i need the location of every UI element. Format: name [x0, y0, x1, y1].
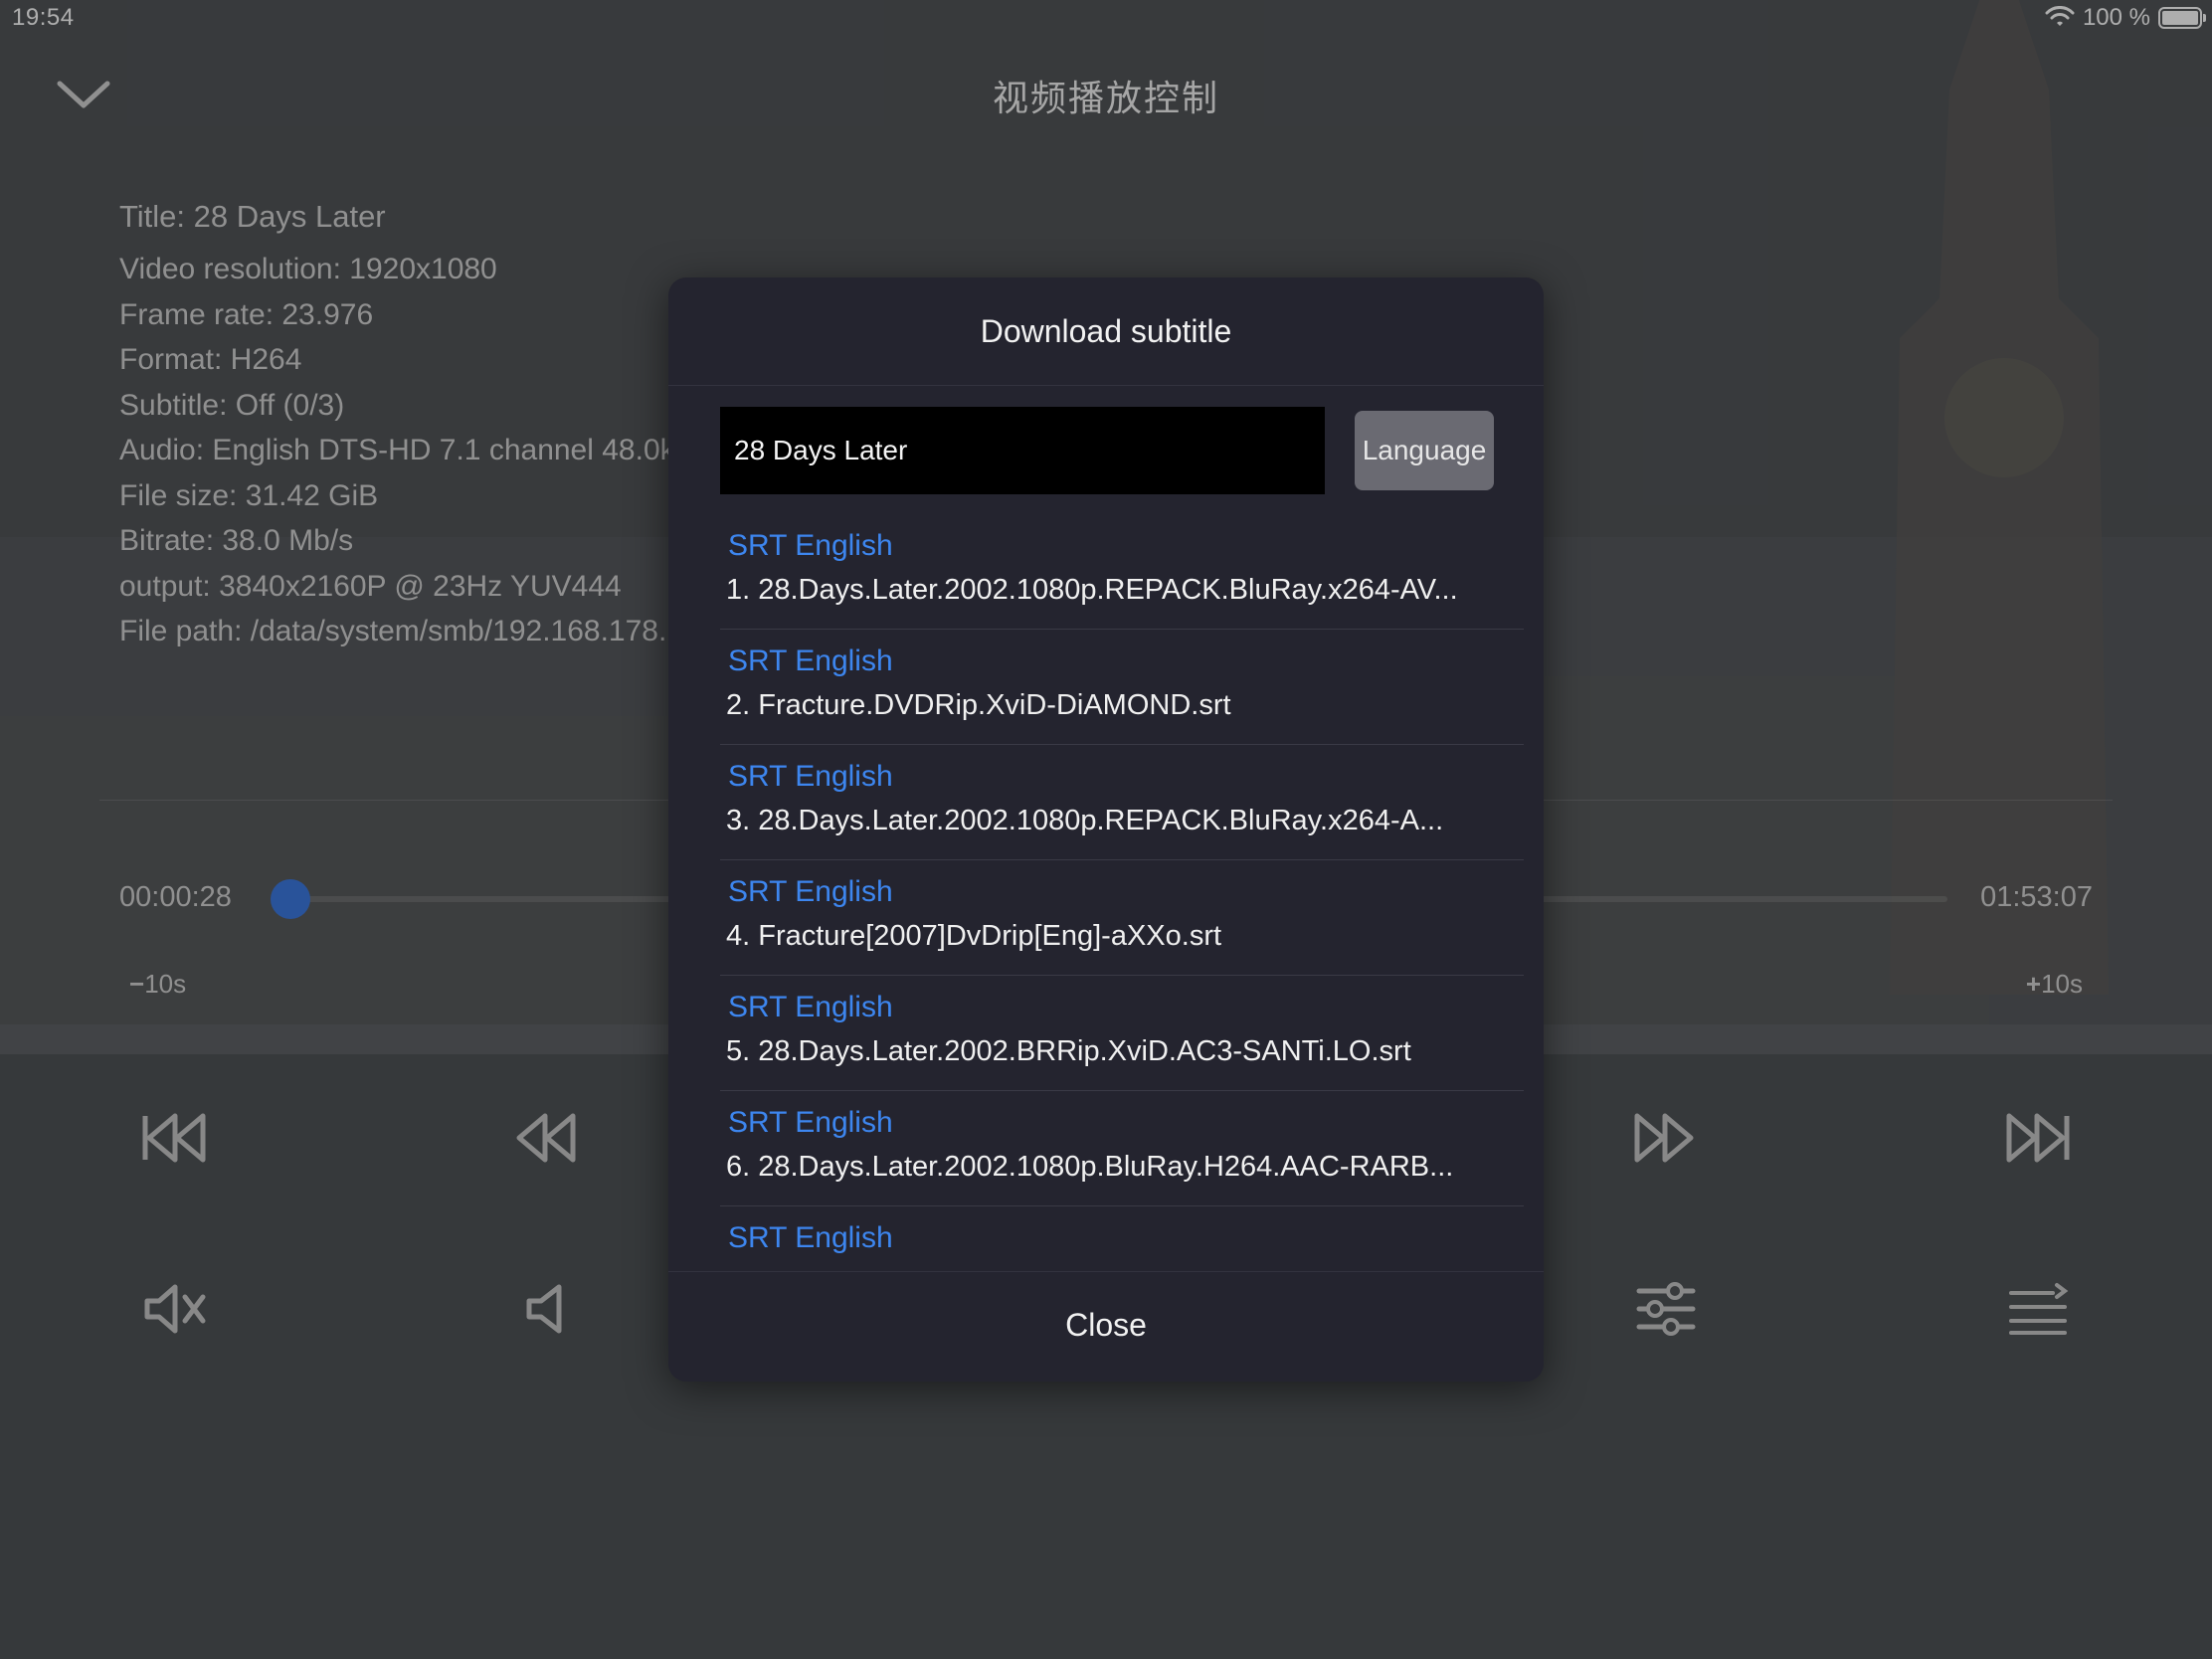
subtitle-filename: 2. Fracture.DVDRip.XviD-DiAMOND.srt: [726, 689, 1231, 721]
subtitle-filename: 5. 28.Days.Later.2002.BRRip.XviD.AC3-SAN…: [726, 1035, 1411, 1067]
list-item[interactable]: SRT English 3. 28.Days.Later.2002.1080p.…: [720, 745, 1524, 860]
subtitle-type: SRT English: [728, 875, 893, 908]
subtitle-type: SRT English: [728, 760, 893, 793]
subtitle-filename: [720, 1258, 1524, 1270]
subtitle-filename: 6. 28.Days.Later.2002.1080p.BluRay.H264.…: [726, 1151, 1454, 1183]
close-button[interactable]: Close: [668, 1271, 1544, 1382]
subtitle-results-list[interactable]: SRT English 1. 28.Days.Later.2002.1080p.…: [720, 514, 1524, 1270]
subtitle-type: SRT English: [728, 991, 893, 1023]
player-control-screen: 19:54 100 % 视频播放控制 Title: 28 Days Later …: [0, 0, 2212, 1659]
language-button[interactable]: Language: [1355, 411, 1494, 490]
subtitle-filename: 4. Fracture[2007]DvDrip[Eng]-aXXo.srt: [726, 920, 1222, 952]
subtitle-filename: 1. 28.Days.Later.2002.1080p.REPACK.BluRa…: [726, 574, 1458, 606]
list-item[interactable]: SRT English 5. 28.Days.Later.2002.BRRip.…: [720, 976, 1524, 1091]
list-item[interactable]: SRT English 2. Fracture.DVDRip.XviD-DiAM…: [720, 630, 1524, 745]
subtitle-type: SRT English: [728, 529, 893, 562]
subtitle-type: SRT English: [728, 645, 893, 677]
list-item[interactable]: SRT English 4. Fracture[2007]DvDrip[Eng]…: [720, 860, 1524, 976]
list-item[interactable]: SRT English 1. 28.Days.Later.2002.1080p.…: [720, 514, 1524, 630]
subtitle-type: SRT English: [728, 1106, 893, 1139]
dialog-title: Download subtitle: [668, 277, 1544, 386]
download-subtitle-dialog: Download subtitle Language SRT English 1…: [668, 277, 1544, 1382]
list-item[interactable]: SRT English: [720, 1206, 1524, 1270]
subtitle-search-input[interactable]: [720, 407, 1325, 494]
subtitle-type: SRT English: [728, 1221, 893, 1254]
subtitle-filename: 3. 28.Days.Later.2002.1080p.REPACK.BluRa…: [726, 805, 1444, 836]
list-item[interactable]: SRT English 6. 28.Days.Later.2002.1080p.…: [720, 1091, 1524, 1206]
